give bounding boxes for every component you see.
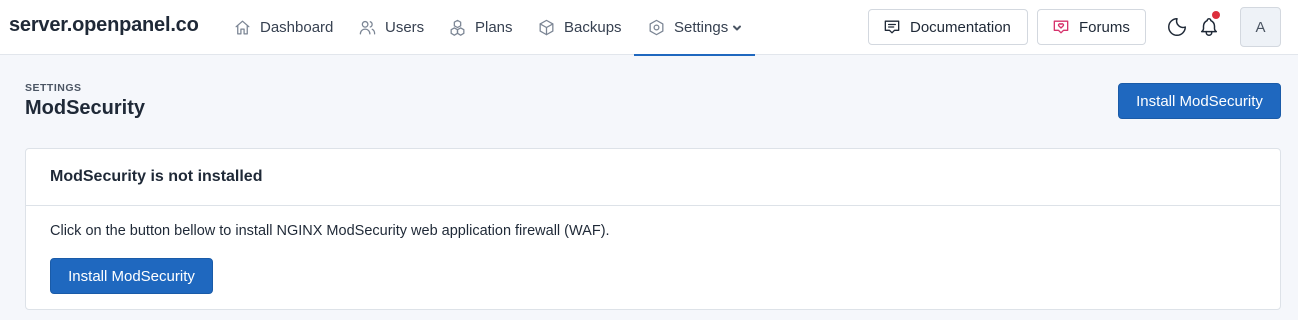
nav-item-backups[interactable]: Backups [537, 0, 622, 55]
nav-item-dashboard[interactable]: Dashboard [233, 0, 333, 55]
nav-item-plans[interactable]: Plans [448, 0, 513, 55]
forums-button[interactable]: Forums [1037, 9, 1146, 45]
nav-item-label: Users [385, 19, 425, 36]
notifications-button[interactable] [1198, 11, 1220, 38]
nav-item-label: Plans [475, 19, 513, 36]
moon-icon [1168, 18, 1186, 36]
chevron-down-icon [733, 25, 742, 30]
page-title: ModSecurity [25, 97, 146, 119]
nav-item-label: Backups [564, 19, 622, 36]
nav-item-label: Dashboard [260, 19, 334, 36]
users-icon [359, 20, 376, 35]
card-title: ModSecurity is not installed [26, 149, 1280, 206]
install-modsecurity-header-button[interactable]: Install ModSecurity [1118, 83, 1281, 119]
avatar[interactable]: A [1240, 7, 1281, 47]
box-icon [539, 19, 554, 36]
install-modsecurity-button[interactable]: Install ModSecurity [50, 258, 213, 294]
bell-icon [1200, 18, 1218, 36]
documentation-icon [884, 20, 900, 34]
forums-heart-icon [1053, 20, 1069, 34]
page-pretitle: SETTINGS [25, 82, 82, 94]
notification-badge [1212, 11, 1220, 19]
nav-item-settings[interactable]: Settings [633, 0, 756, 56]
modsecurity-status-card: ModSecurity is not installed Click on th… [25, 148, 1281, 310]
hexagon-settings-icon [649, 19, 664, 36]
theme-toggle-button[interactable] [1166, 16, 1188, 38]
card-description: Click on the button bellow to install NG… [50, 223, 610, 239]
nav-item-label: Settings [674, 19, 729, 36]
brand-title[interactable]: server.openpanel.co [9, 14, 199, 37]
documentation-label: Documentation [910, 18, 1011, 36]
nav-item-users[interactable]: Users [358, 0, 424, 55]
forums-label: Forums [1079, 18, 1130, 36]
home-icon [235, 20, 250, 35]
documentation-button[interactable]: Documentation [868, 9, 1028, 45]
plans-icon [450, 19, 465, 36]
top-navbar: server.openpanel.co Dashboard Users Plan… [0, 0, 1298, 56]
